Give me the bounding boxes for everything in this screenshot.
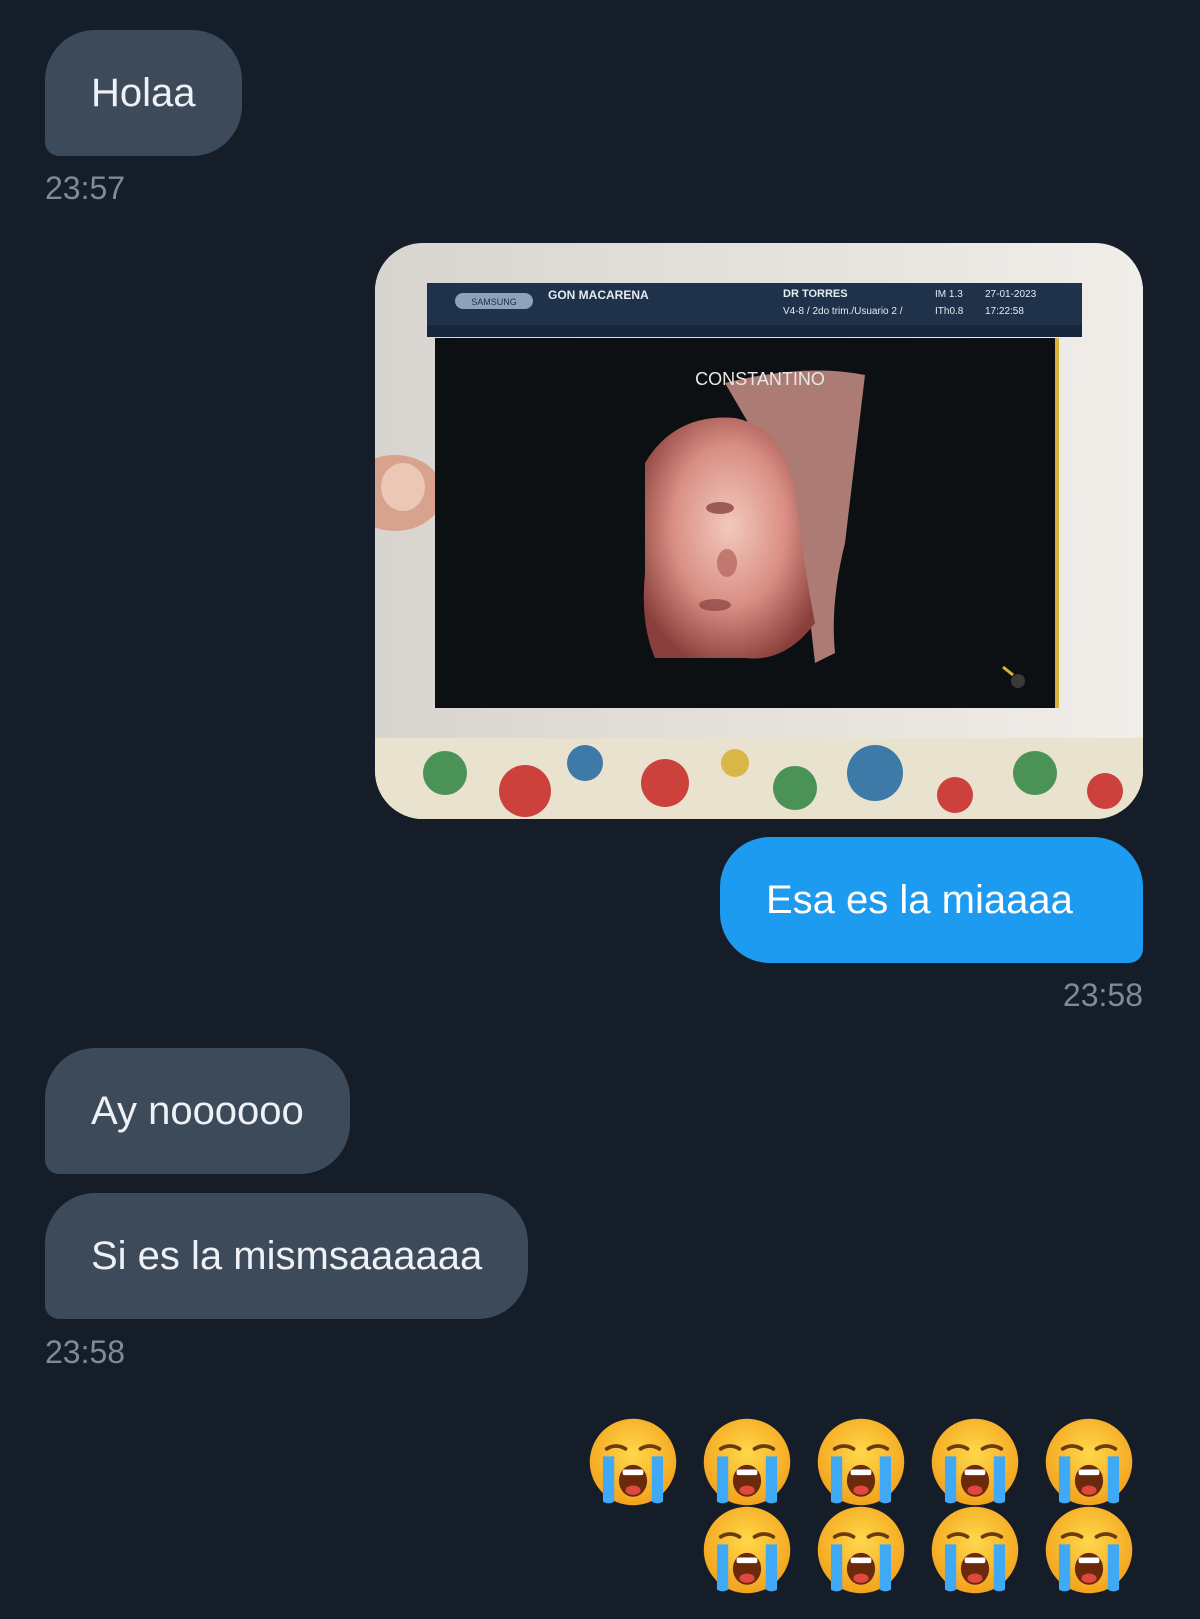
message-text: Esa es la miaaaa (766, 878, 1073, 922)
ultrasound-doctor: DR TORRES (783, 288, 848, 300)
crying-face-icon (700, 1503, 794, 1597)
ultrasound-brand: SAMSUNG (471, 297, 517, 307)
ultrasound-clock: 17:22:58 (985, 306, 1024, 317)
message-timestamp: 23:58 (1062, 977, 1143, 1013)
ultrasound-photo[interactable]: SAMSUNG GON MACARENA DR TORRES V4-8 / 2d… (375, 243, 1143, 819)
message-timestamp: 23:58 (45, 1334, 126, 1370)
crying-face-icon (586, 1415, 680, 1509)
message-bubble-incoming[interactable]: Holaa (45, 30, 242, 156)
crying-face-icon (928, 1503, 1022, 1597)
ultrasound-mi: IM 1.3 (935, 289, 963, 300)
ultrasound-patient: GON MACARENA (548, 288, 649, 302)
ultrasound-date: 27-01-2023 (985, 289, 1037, 300)
message-text: Si es la mismsaaaaaa (91, 1234, 483, 1278)
message-bubble-incoming[interactable]: Ay noooooo (45, 1048, 350, 1174)
message-text: Holaa (91, 71, 196, 115)
message-bubble-incoming[interactable]: Si es la mismsaaaaaa (45, 1193, 529, 1319)
message-timestamp: 23:57 (45, 170, 126, 206)
crying-face-icon (928, 1415, 1022, 1509)
message-bubble-outgoing[interactable]: Esa es la miaaaa (720, 837, 1143, 963)
ultrasound-probe: V4-8 / 2do trim./Usuario 2 / (783, 306, 903, 317)
crying-face-icon (1042, 1503, 1136, 1597)
crying-face-icon (814, 1503, 908, 1597)
crying-face-icon (814, 1415, 908, 1509)
ultrasound-tib: ITh0.8 (935, 306, 964, 317)
crying-face-icon (700, 1415, 794, 1509)
message-text: Ay noooooo (91, 1089, 304, 1133)
ultrasound-caption: CONSTANTINO (695, 369, 825, 389)
crying-face-icon (1042, 1415, 1136, 1509)
